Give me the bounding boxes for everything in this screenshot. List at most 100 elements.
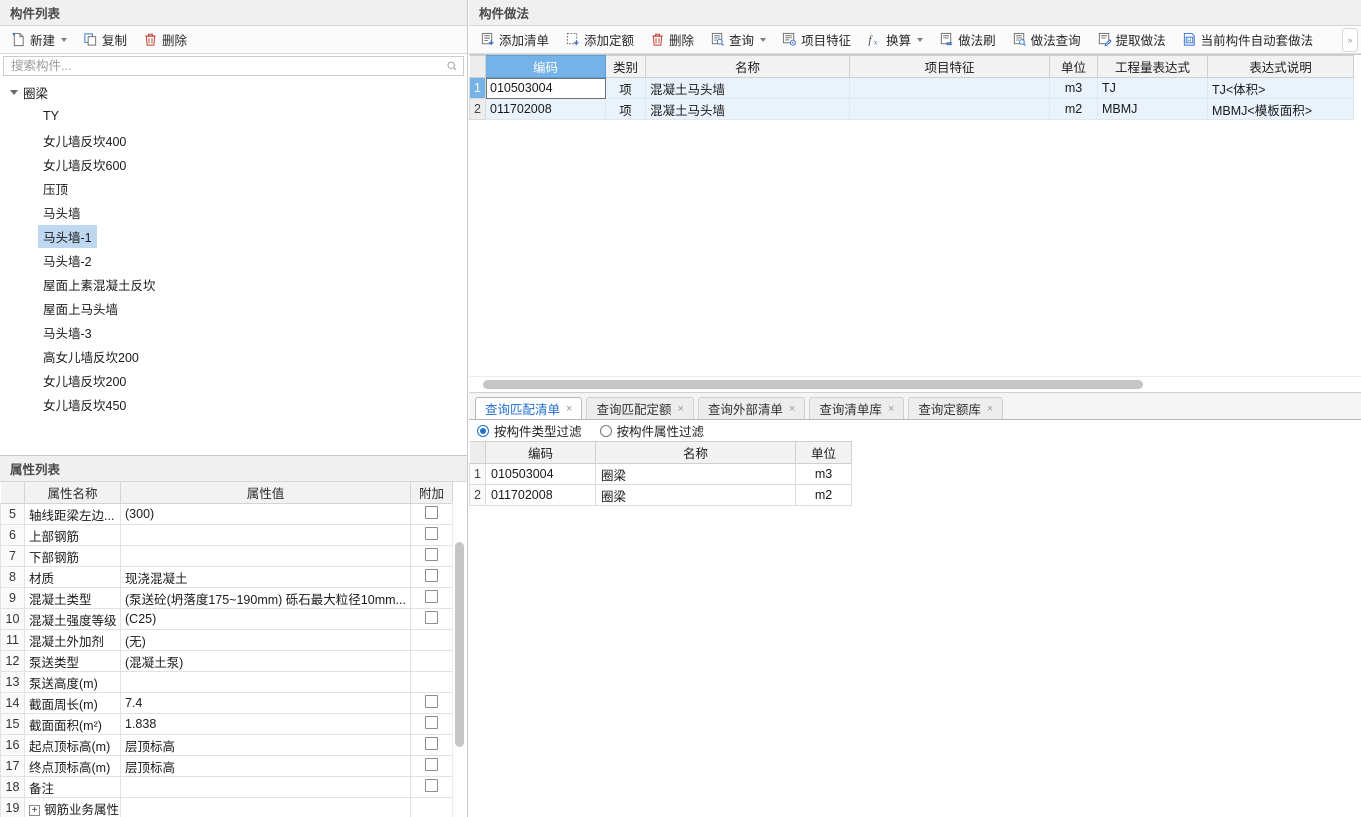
table-row[interactable]: 1 010503004 圈梁 m3 — [469, 463, 852, 485]
property-row-value[interactable] — [120, 524, 411, 546]
tree-item[interactable]: 马头墙-1 — [0, 224, 467, 248]
method-row-code[interactable]: 011702008 — [485, 98, 606, 120]
table-row[interactable]: 1 010503004 项混凝土马头墙 m3 TJ TJ<体积> — [469, 77, 1354, 99]
search-icon[interactable] — [446, 60, 458, 72]
property-row[interactable]: 8 材质 现浇混凝土 — [0, 566, 453, 588]
method-row-category[interactable]: 项 — [605, 77, 646, 99]
attach-checkbox[interactable] — [425, 758, 438, 771]
property-row-attach-cell[interactable] — [410, 608, 453, 630]
property-row-value[interactable] — [120, 671, 411, 693]
query-tab[interactable]: 查询清单库 × — [809, 397, 905, 419]
property-row[interactable]: 5 轴线距梁左边... (300) — [0, 503, 453, 525]
method-query-button[interactable]: 做法查询 — [1005, 28, 1088, 52]
close-icon[interactable]: × — [987, 403, 993, 415]
conversion-button[interactable]: f x 换算 — [860, 28, 930, 52]
method-col-expr[interactable]: 工程量表达式 — [1097, 55, 1208, 78]
auto-method-button[interactable]: H 当前构件自动套做法 — [1175, 28, 1321, 52]
radio-button-icon[interactable] — [477, 424, 489, 437]
query-row-code[interactable]: 010503004 — [485, 463, 596, 485]
property-row[interactable]: 15 截面面积(m²) 1.838 — [0, 713, 453, 735]
query-col-code[interactable]: 编码 — [485, 441, 596, 464]
property-header-name[interactable]: 属性名称 — [24, 482, 121, 504]
method-col-unit[interactable]: 单位 — [1049, 55, 1098, 78]
tree-item[interactable]: 女儿墙反坎200 — [0, 368, 467, 392]
delete-button[interactable]: 删除 — [136, 28, 194, 52]
method-row-feature[interactable] — [849, 77, 1050, 99]
extract-method-button[interactable]: 提取做法 — [1090, 28, 1173, 52]
property-row-attach-cell[interactable] — [410, 797, 453, 817]
attach-checkbox[interactable] — [425, 506, 438, 519]
property-row[interactable]: 10 混凝土强度等级 (C25) — [0, 608, 453, 630]
method-delete-button[interactable]: 删除 — [643, 28, 701, 52]
attach-checkbox[interactable] — [425, 611, 438, 624]
property-row[interactable]: 16 起点顶标高(m) 层顶标高 — [0, 734, 453, 756]
property-row-value[interactable]: (300) — [120, 503, 411, 525]
method-row-code[interactable]: 010503004 — [485, 77, 606, 99]
property-row-attach-cell[interactable] — [410, 713, 453, 735]
query-button[interactable]: 查询 — [703, 28, 773, 52]
method-row-unit[interactable]: m2 — [1049, 98, 1098, 120]
method-brush-button[interactable]: 做法刷 — [932, 28, 1003, 52]
property-row[interactable]: 13 泵送高度(m) — [0, 671, 453, 693]
attach-checkbox[interactable] — [425, 779, 438, 792]
property-row-value[interactable]: 现浇混凝土 — [120, 566, 411, 588]
method-col-expr-desc[interactable]: 表达式说明 — [1207, 55, 1354, 78]
property-row-name[interactable]: 截面周长(m) — [24, 692, 121, 714]
tree-item[interactable]: 马头墙-2 — [0, 248, 467, 272]
tree-root-node[interactable]: 圈梁 — [0, 80, 467, 104]
property-row-name[interactable]: 混凝土类型 — [24, 587, 121, 609]
property-header-value[interactable]: 属性值 — [120, 482, 411, 504]
query-tab[interactable]: 查询定额库 × — [908, 397, 1004, 419]
method-row-expression-desc[interactable]: TJ<体积> — [1207, 77, 1354, 99]
property-row-name[interactable]: 备注 — [24, 776, 121, 798]
property-row-attach-cell[interactable] — [410, 650, 453, 672]
table-row[interactable]: 2 011702008 项混凝土马头墙 m2 MBMJ MBMJ<模板面积> — [469, 98, 1354, 120]
method-row-feature[interactable] — [849, 98, 1050, 120]
property-row-attach-cell[interactable] — [410, 734, 453, 756]
property-row-attach-cell[interactable] — [410, 692, 453, 714]
close-icon[interactable]: × — [566, 403, 572, 415]
query-tab[interactable]: 查询匹配清单 × — [475, 397, 583, 419]
property-row-value[interactable]: (无) — [120, 629, 411, 651]
property-row-name[interactable]: 混凝土外加剂 — [24, 629, 121, 651]
close-icon[interactable]: × — [677, 403, 683, 415]
property-row-value[interactable]: 层顶标高 — [120, 755, 411, 777]
property-row-attach-cell[interactable] — [410, 755, 453, 777]
property-row-value[interactable]: (泵送砼(坍落度175~190mm) 砾石最大粒径10mm... — [120, 587, 411, 609]
method-hscroll-track[interactable] — [469, 376, 1361, 392]
property-row-name[interactable]: 轴线距梁左边... — [24, 503, 121, 525]
search-box[interactable] — [3, 56, 464, 76]
copy-button[interactable]: 复制 — [76, 28, 134, 52]
tree-item[interactable]: 高女儿墙反坎200 — [0, 344, 467, 368]
attach-checkbox[interactable] — [425, 548, 438, 561]
property-row-value[interactable] — [120, 797, 411, 817]
property-row-name[interactable]: 终点顶标高(m) — [24, 755, 121, 777]
property-row-value[interactable]: (C25) — [120, 608, 411, 630]
expand-plus-icon[interactable]: + — [29, 804, 40, 816]
query-col-unit[interactable]: 单位 — [795, 441, 852, 464]
search-input[interactable] — [9, 57, 446, 75]
property-row[interactable]: 18 备注 — [0, 776, 453, 798]
property-row-name[interactable]: 泵送高度(m) — [24, 671, 121, 693]
property-header-attach[interactable]: 附加 — [410, 482, 453, 504]
property-row-name[interactable]: + 钢筋业务属性 — [24, 797, 121, 817]
query-tab[interactable]: 查询匹配定额 × — [586, 397, 694, 419]
attach-checkbox[interactable] — [425, 569, 438, 582]
tree-item[interactable]: 屋面上马头墙 — [0, 296, 467, 320]
new-button[interactable]: 新建 — [4, 28, 74, 52]
property-row[interactable]: 12 泵送类型 (混凝土泵) — [0, 650, 453, 672]
query-row-unit[interactable]: m2 — [795, 484, 852, 506]
property-row[interactable]: 17 终点顶标高(m) 层顶标高 — [0, 755, 453, 777]
add-list-button[interactable]: 添加清单 — [473, 28, 556, 52]
method-col-feature[interactable]: 项目特征 — [849, 55, 1050, 78]
filter-radio-option[interactable]: 按构件属性过滤 — [599, 421, 704, 440]
property-row-name[interactable]: 上部钢筋 — [24, 524, 121, 546]
tree-item[interactable]: 女儿墙反坎450 — [0, 392, 467, 416]
query-row-name[interactable]: 圈梁 — [595, 484, 796, 506]
property-row-attach-cell[interactable] — [410, 524, 453, 546]
property-row-name[interactable]: 混凝土强度等级 — [24, 608, 121, 630]
property-scrollbar-thumb[interactable] — [455, 542, 464, 747]
property-row-attach-cell[interactable] — [410, 587, 453, 609]
attach-checkbox[interactable] — [425, 527, 438, 540]
property-row[interactable]: 6 上部钢筋 — [0, 524, 453, 546]
